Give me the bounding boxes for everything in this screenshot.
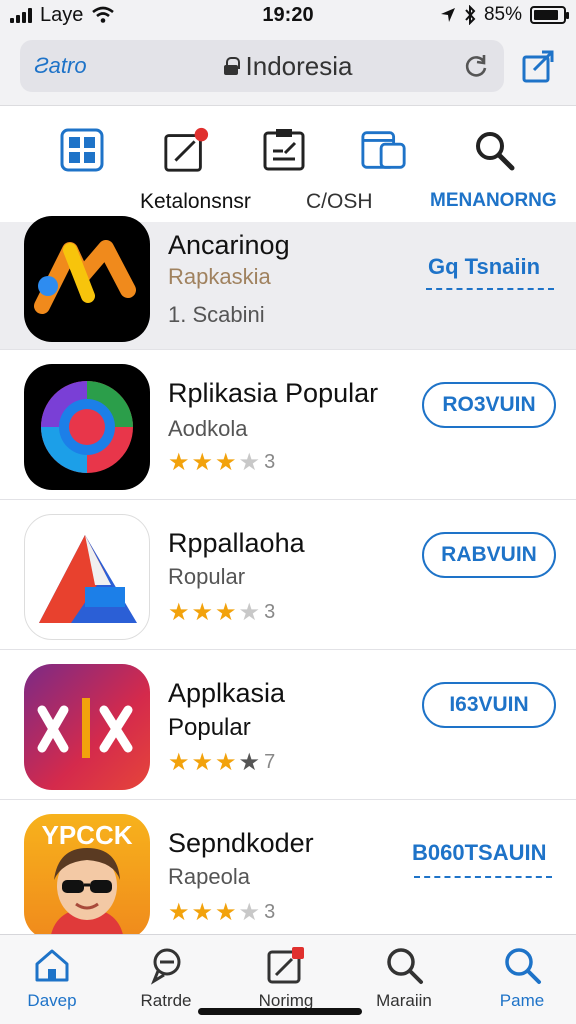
status-right: 85% <box>440 4 569 26</box>
rating-count: 7 <box>264 751 276 773</box>
lock-icon <box>223 57 240 75</box>
grid-icon[interactable] <box>58 126 106 174</box>
app-name: Ancarinog <box>168 230 290 260</box>
search-icon <box>387 948 423 984</box>
status-bar: Laye 19:20 85% <box>0 0 576 30</box>
star-rating: ★ ★ ★ ★ 7 <box>168 748 275 777</box>
tab-maraiin[interactable]: Maraiin <box>354 945 454 1011</box>
wifi-icon <box>92 6 115 23</box>
tab-menanorng[interactable]: MENANORNG <box>430 190 557 212</box>
edit-badge-icon[interactable] <box>162 126 210 174</box>
star-icon: ★ <box>215 599 237 626</box>
edit-badge-icon <box>267 947 304 984</box>
tab-cosh[interactable]: C/OSH <box>306 190 373 214</box>
app-name: Rplikasia Popular <box>168 378 379 408</box>
bluetooth-icon <box>465 5 476 25</box>
address-bar[interactable]: Ƨatro Indoresia <box>20 40 504 92</box>
battery-fill <box>534 10 558 20</box>
url-text: Indoresia <box>245 50 353 81</box>
star-half-icon: ★ <box>238 899 261 926</box>
tab-norimg[interactable]: Norimg <box>236 945 336 1011</box>
location-icon <box>440 8 455 22</box>
list-item[interactable]: Ancarinog Rapkaskia 1. Scabini Gq Tsnaii… <box>0 216 576 350</box>
star-half-icon: ★ <box>238 749 261 776</box>
rating-count: 3 <box>264 451 276 473</box>
clipboard-icon[interactable] <box>260 126 308 174</box>
app-subtitle: Rapkaskia <box>168 264 271 289</box>
tab-label: Pame <box>499 991 545 1010</box>
app-subtitle: Rapeola <box>168 864 250 889</box>
logo-m-icon <box>34 240 136 314</box>
logo-triangle-icon <box>39 535 137 623</box>
url-display[interactable]: Indoresia <box>114 51 462 82</box>
chat-icon <box>150 948 181 985</box>
star-icon: ★ <box>191 449 214 476</box>
search-icon[interactable] <box>470 126 518 174</box>
star-icon: ★ <box>168 599 190 626</box>
browser-toolbar: Ƨatro Indoresia <box>0 30 576 106</box>
back-button[interactable]: Ƨatro <box>34 53 114 79</box>
app-icon-ancarinog[interactable] <box>24 216 150 342</box>
status-left: Laye <box>10 4 440 27</box>
battery-icon <box>530 6 569 24</box>
logo-ring-icon <box>41 381 133 473</box>
star-rating: ★ ★ ★ ★ 3 <box>168 448 275 477</box>
signal-icon <box>10 7 32 23</box>
app-subtitle: Aodkola <box>168 416 248 441</box>
star-half-icon: ★ <box>238 449 261 476</box>
carrier-label: Laye <box>40 3 84 26</box>
tab-ketalonsnsr[interactable]: Ketalonsnsr <box>140 190 251 214</box>
app-subtitle: Ropular <box>168 564 246 589</box>
battery-percent: 85% <box>483 4 522 25</box>
link-underline <box>426 288 554 290</box>
app-name: Rppallaoha <box>168 528 305 558</box>
star-icon: ★ <box>215 749 237 776</box>
tab-label: Davep <box>27 991 77 1010</box>
star-icon: ★ <box>191 899 214 926</box>
share-icon[interactable] <box>520 48 556 84</box>
get-button[interactable]: RO3VUIN <box>422 382 556 428</box>
reload-icon[interactable] <box>462 52 490 80</box>
list-item[interactable]: Rppallaoha Ropular ★ ★ ★ ★ 3 RABVUIN <box>0 500 576 650</box>
tab-pame[interactable]: Pame <box>472 945 572 1011</box>
star-icon: ★ <box>168 449 190 476</box>
get-link[interactable]: Gq Tsnaiin <box>428 254 540 280</box>
tablet-icon[interactable] <box>360 126 408 174</box>
get-button[interactable]: RABVUIN <box>422 532 556 578</box>
list-item[interactable]: Applkasia Popular ★ ★ ★ ★ 7 I63VUIN <box>0 650 576 800</box>
app-name: Applkasia <box>168 678 286 708</box>
home-indicator[interactable] <box>198 1008 362 1015</box>
tab-ratrde[interactable]: Ratrde <box>116 945 216 1011</box>
search-icon <box>505 948 541 984</box>
app-icon-applkasia[interactable] <box>24 664 150 790</box>
get-button[interactable]: I63VUIN <box>422 682 556 728</box>
rating-count: 3 <box>264 901 276 923</box>
star-icon: ★ <box>168 899 190 926</box>
link-underline <box>414 876 552 878</box>
star-icon: ★ <box>215 899 237 926</box>
list-item[interactable]: YPCCK Sepndkoder Rapeola ★ ★ ★ ★ 3 B060TSAUI… <box>0 800 576 950</box>
star-icon: ★ <box>191 749 214 776</box>
get-link[interactable]: B060TSAUIN <box>412 840 546 866</box>
logo-x-icon <box>37 698 133 758</box>
app-icon-sepndkoder[interactable]: YPCCK <box>24 814 150 940</box>
app-subtitle: Popular <box>168 714 251 741</box>
tab-label: Maraiin <box>376 991 432 1010</box>
star-rating: ★ ★ ★ ★ 3 <box>168 598 275 627</box>
star-icon: ★ <box>215 449 237 476</box>
app-subtitle-2: 1. Scabini <box>168 302 265 327</box>
home-icon <box>35 949 69 982</box>
star-half-icon: ★ <box>238 599 261 626</box>
app-icon-rppallaoha[interactable] <box>24 514 150 640</box>
star-icon: ★ <box>191 599 214 626</box>
rating-count: 3 <box>264 601 276 623</box>
star-rating: ★ ★ ★ ★ 3 <box>168 898 275 927</box>
app-name: Sepndkoder <box>168 828 314 858</box>
list-item[interactable]: Rplikasia Popular Aodkola ★ ★ ★ ★ 3 RO3VUIN <box>0 350 576 500</box>
tab-davep[interactable]: Davep <box>2 945 102 1011</box>
star-icon: ★ <box>168 749 190 776</box>
app-icon-rplikasia[interactable] <box>24 364 150 490</box>
app-icon-text: YPCCK <box>41 820 133 850</box>
